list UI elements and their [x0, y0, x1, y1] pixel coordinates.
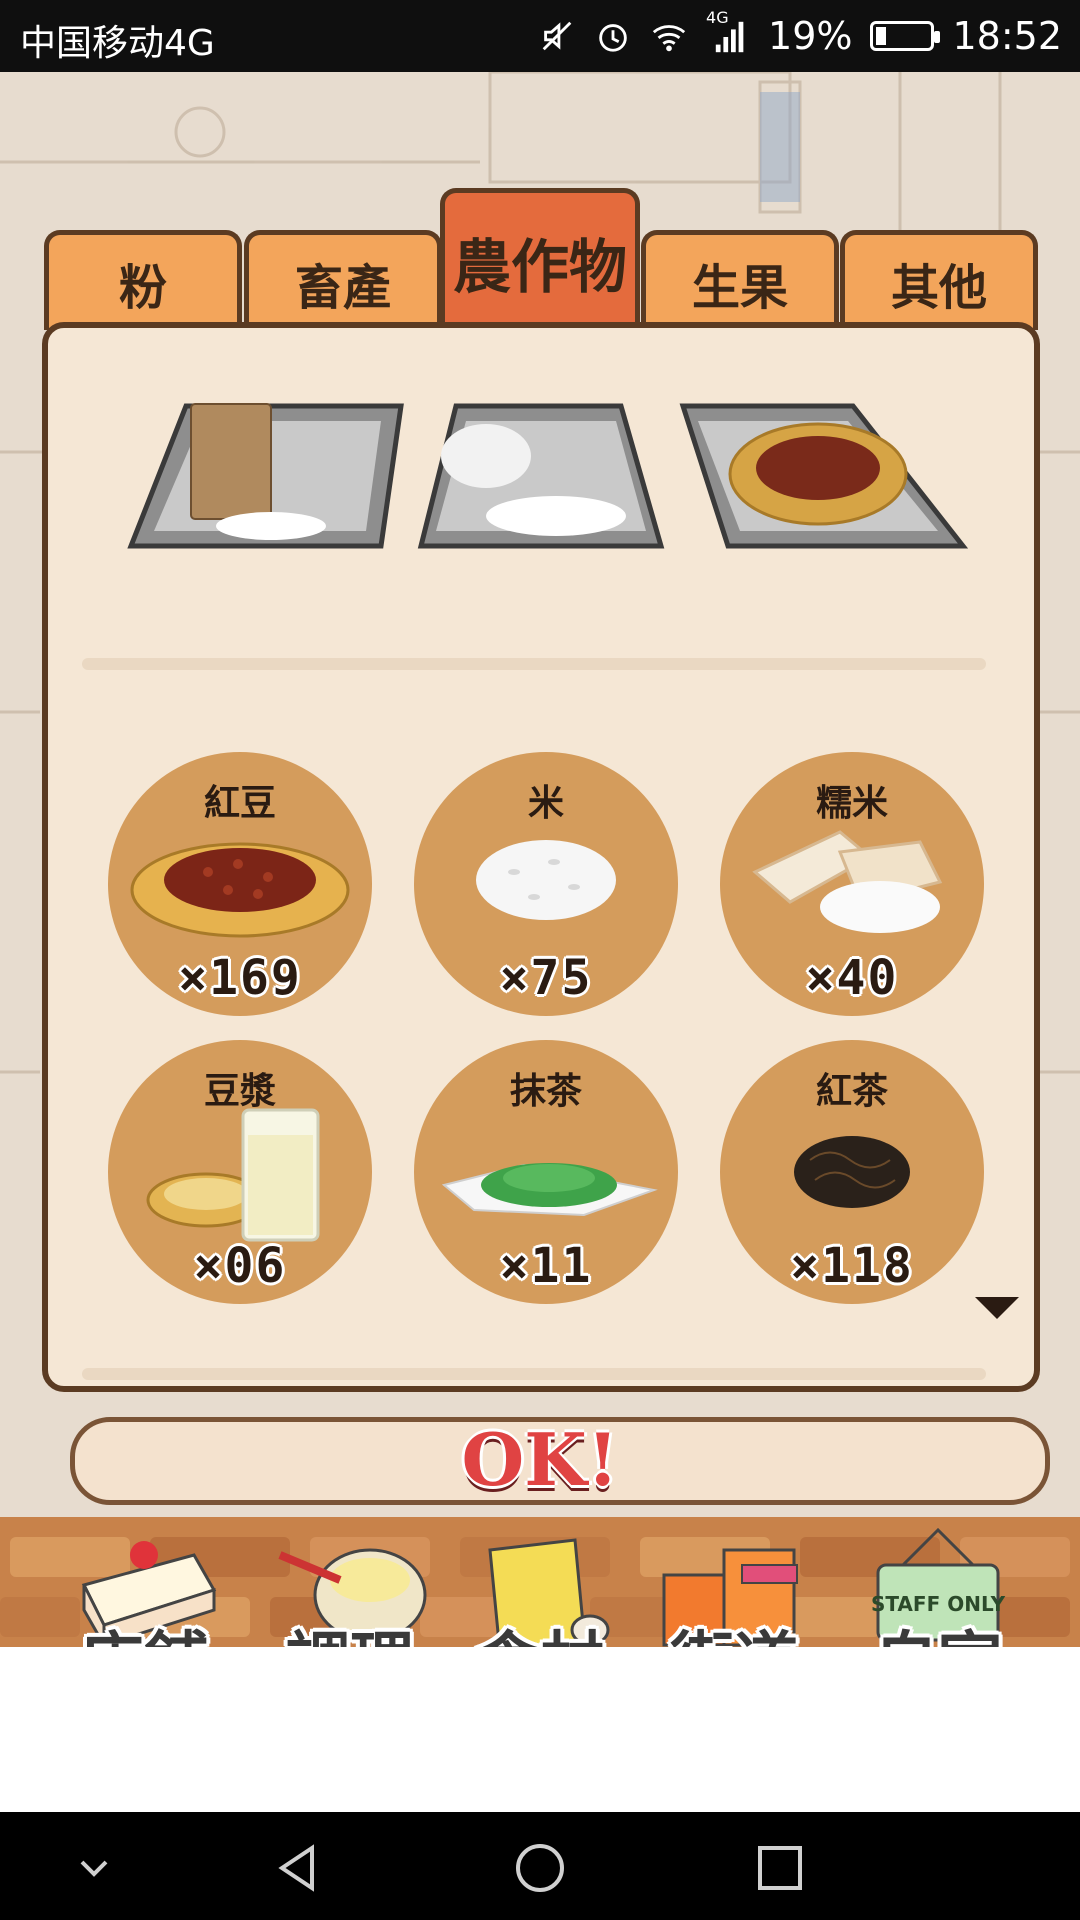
nav-label: 食材 — [440, 1611, 640, 1647]
ingredient-rice[interactable]: 米 ×75 — [414, 752, 678, 1016]
tab-other[interactable]: 其他 — [840, 230, 1038, 330]
signal-icon — [715, 21, 744, 53]
ingredient-name: 抹茶 — [509, 1071, 582, 1112]
tab-crops[interactable]: 農作物 — [440, 188, 640, 330]
collapse-chevron-icon[interactable] — [68, 1842, 120, 1894]
home-icon[interactable] — [514, 1842, 566, 1894]
nav-cook[interactable]: 調理 — [250, 1517, 450, 1647]
ingredient-name: 糯米 — [815, 783, 888, 824]
nav-room[interactable]: STAFF ONLY 自室 — [838, 1517, 1038, 1647]
status-bar: 中国移动4G 4G 19% 18:52 — [0, 0, 1080, 72]
nav-label: 街道 — [634, 1611, 834, 1647]
nav-street[interactable]: 街道 — [634, 1517, 834, 1647]
ingredient-count: ×75 — [499, 950, 593, 1006]
nav-ingredients[interactable]: 食材 — [440, 1517, 640, 1647]
flour-bag-tray[interactable] — [126, 396, 406, 576]
ingredient-panel: 紅豆 ×169 米 ×75 糯米 ×40 豆漿 ×06 抹茶 ×11 紅茶 ×1… — [42, 322, 1040, 1392]
rice-tray[interactable] — [416, 396, 666, 576]
game-screen: 粉 畜產 農作物 生果 其他 紅豆 ×169 米 ×75 糯米 ×40 豆漿 ×… — [0, 72, 1080, 1647]
red-bean-tray[interactable] — [678, 396, 968, 576]
ingredient-glutinous-rice[interactable]: 糯米 ×40 — [720, 752, 984, 1016]
ingredient-count: ×06 — [193, 1238, 287, 1294]
tab-powder[interactable]: 粉 — [44, 230, 242, 330]
tab-fruit[interactable]: 生果 — [641, 230, 839, 330]
carrier-label: 中国移动4G — [20, 23, 215, 64]
ingredient-name: 米 — [527, 783, 564, 824]
ingredient-matcha[interactable]: 抹茶 ×11 — [414, 1040, 678, 1304]
nav-label: 自室 — [838, 1611, 1038, 1647]
ingredient-black-tea[interactable]: 紅茶 ×118 — [720, 1040, 984, 1304]
ingredient-count: ×11 — [499, 1238, 593, 1294]
wifi-icon — [652, 25, 686, 52]
ok-button[interactable]: OK! — [430, 1414, 650, 1504]
back-icon[interactable] — [272, 1842, 324, 1894]
ingredient-name: 紅茶 — [815, 1071, 888, 1112]
divider — [82, 658, 986, 670]
scroll-down-arrow-icon[interactable] — [975, 1297, 1019, 1319]
recents-icon[interactable] — [754, 1842, 806, 1894]
tab-livestock[interactable]: 畜產 — [244, 230, 442, 330]
nav-shop[interactable]: 店鋪 — [44, 1517, 244, 1647]
ingredient-count: ×169 — [178, 950, 302, 1006]
ingredient-red-bean[interactable]: 紅豆 ×169 — [108, 752, 372, 1016]
ingredient-name: 紅豆 — [203, 783, 276, 824]
battery-percent: 19% — [768, 14, 853, 58]
ingredient-count: ×118 — [790, 1238, 914, 1294]
system-nav-bar — [0, 1812, 1080, 1920]
alarm-icon — [599, 24, 627, 52]
ingredient-name: 豆漿 — [203, 1071, 276, 1112]
ingredient-count: ×40 — [805, 950, 899, 1006]
battery-icon — [870, 21, 941, 51]
divider — [82, 1368, 986, 1380]
bottom-nav: 店鋪 調理 食材 街道 — [0, 1517, 1080, 1647]
nav-label: 調理 — [250, 1611, 450, 1647]
ingredient-soy-milk[interactable]: 豆漿 ×06 — [108, 1040, 372, 1304]
clock: 18:52 — [952, 14, 1062, 58]
mute-icon — [542, 21, 572, 51]
nav-label: 店鋪 — [44, 1611, 244, 1647]
